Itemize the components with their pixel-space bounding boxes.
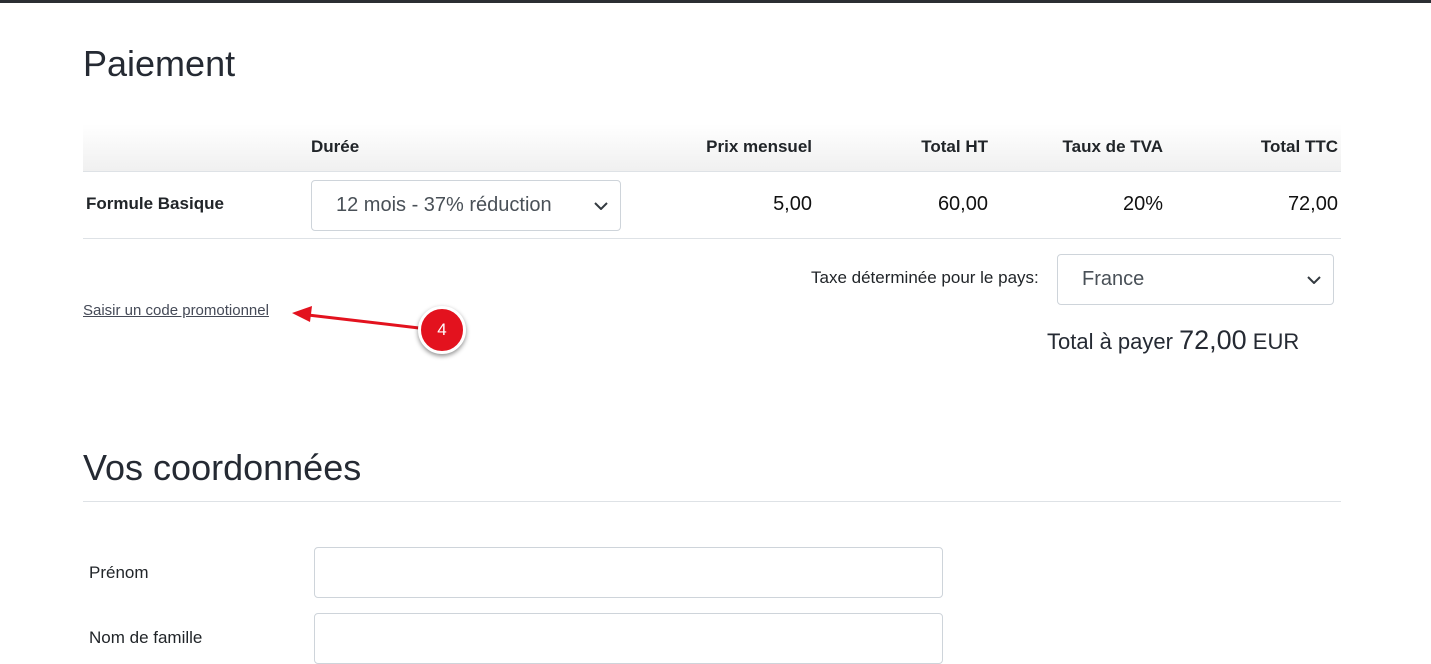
last-name-label: Nom de famille bbox=[89, 628, 203, 647]
step-number-badge: 4 bbox=[418, 306, 466, 354]
section-title-contact: Vos coordonnées bbox=[83, 447, 362, 488]
total-amount: 72,00 bbox=[1179, 325, 1247, 355]
first-name-input[interactable] bbox=[314, 547, 943, 598]
section-divider bbox=[83, 501, 1341, 502]
total-currency: EUR bbox=[1252, 329, 1300, 354]
total-label: Total à payer bbox=[1047, 329, 1173, 354]
total-to-pay: Total à payer 72,00 EUR bbox=[1047, 325, 1299, 356]
last-name-input[interactable] bbox=[314, 613, 943, 664]
first-name-label: Prénom bbox=[89, 563, 149, 582]
